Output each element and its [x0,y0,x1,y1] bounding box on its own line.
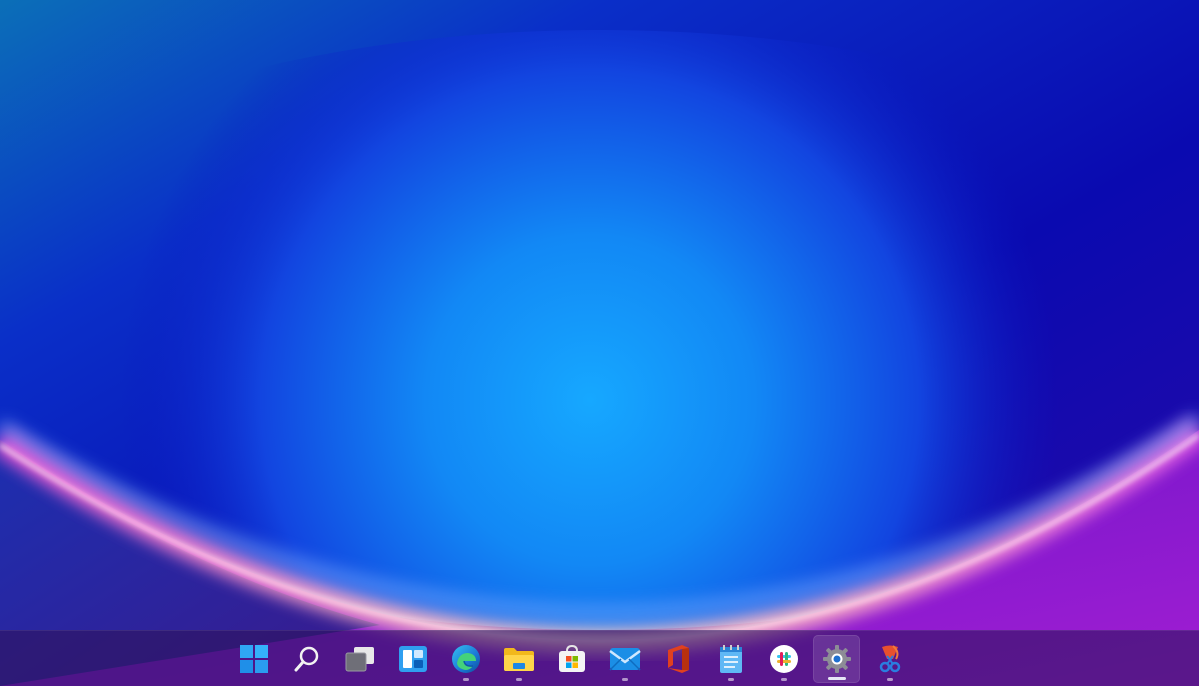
running-indicator [621,678,628,681]
taskbar-icons [230,631,913,686]
microsoft-store-button[interactable] [548,635,595,683]
windows-logo-icon [239,645,268,673]
store-icon [558,644,585,672]
widgets-button[interactable] [389,635,436,683]
mail-icon [608,648,641,671]
running-indicator [886,678,893,681]
mail-button[interactable] [601,635,648,683]
desktop [0,0,1199,686]
bloom-wallpaper [0,0,1199,686]
search-icon [294,646,318,672]
settings-button[interactable] [813,635,860,683]
running-indicator [727,678,734,681]
office-icon [667,645,689,673]
notepad-icon [719,645,742,673]
edge-button[interactable] [442,635,489,683]
task-view-icon [345,647,374,672]
snipping-tool-icon [879,645,900,673]
taskbar [0,630,1199,686]
running-indicator [515,678,522,681]
gear-icon [822,645,851,673]
start-button[interactable] [230,635,277,683]
edge-icon [451,645,480,673]
snipping-tool-button[interactable] [866,635,913,683]
file-explorer-button[interactable] [495,635,542,683]
running-indicator [780,678,787,681]
slack-icon [769,645,798,673]
widgets-icon [398,646,427,672]
notepad-button[interactable] [707,635,754,683]
running-indicator [462,678,469,681]
active-indicator [827,677,846,680]
task-view-button[interactable] [336,635,383,683]
folder-icon [503,648,534,671]
slack-button[interactable] [760,635,807,683]
search-button[interactable] [283,635,330,683]
office-button[interactable] [654,635,701,683]
